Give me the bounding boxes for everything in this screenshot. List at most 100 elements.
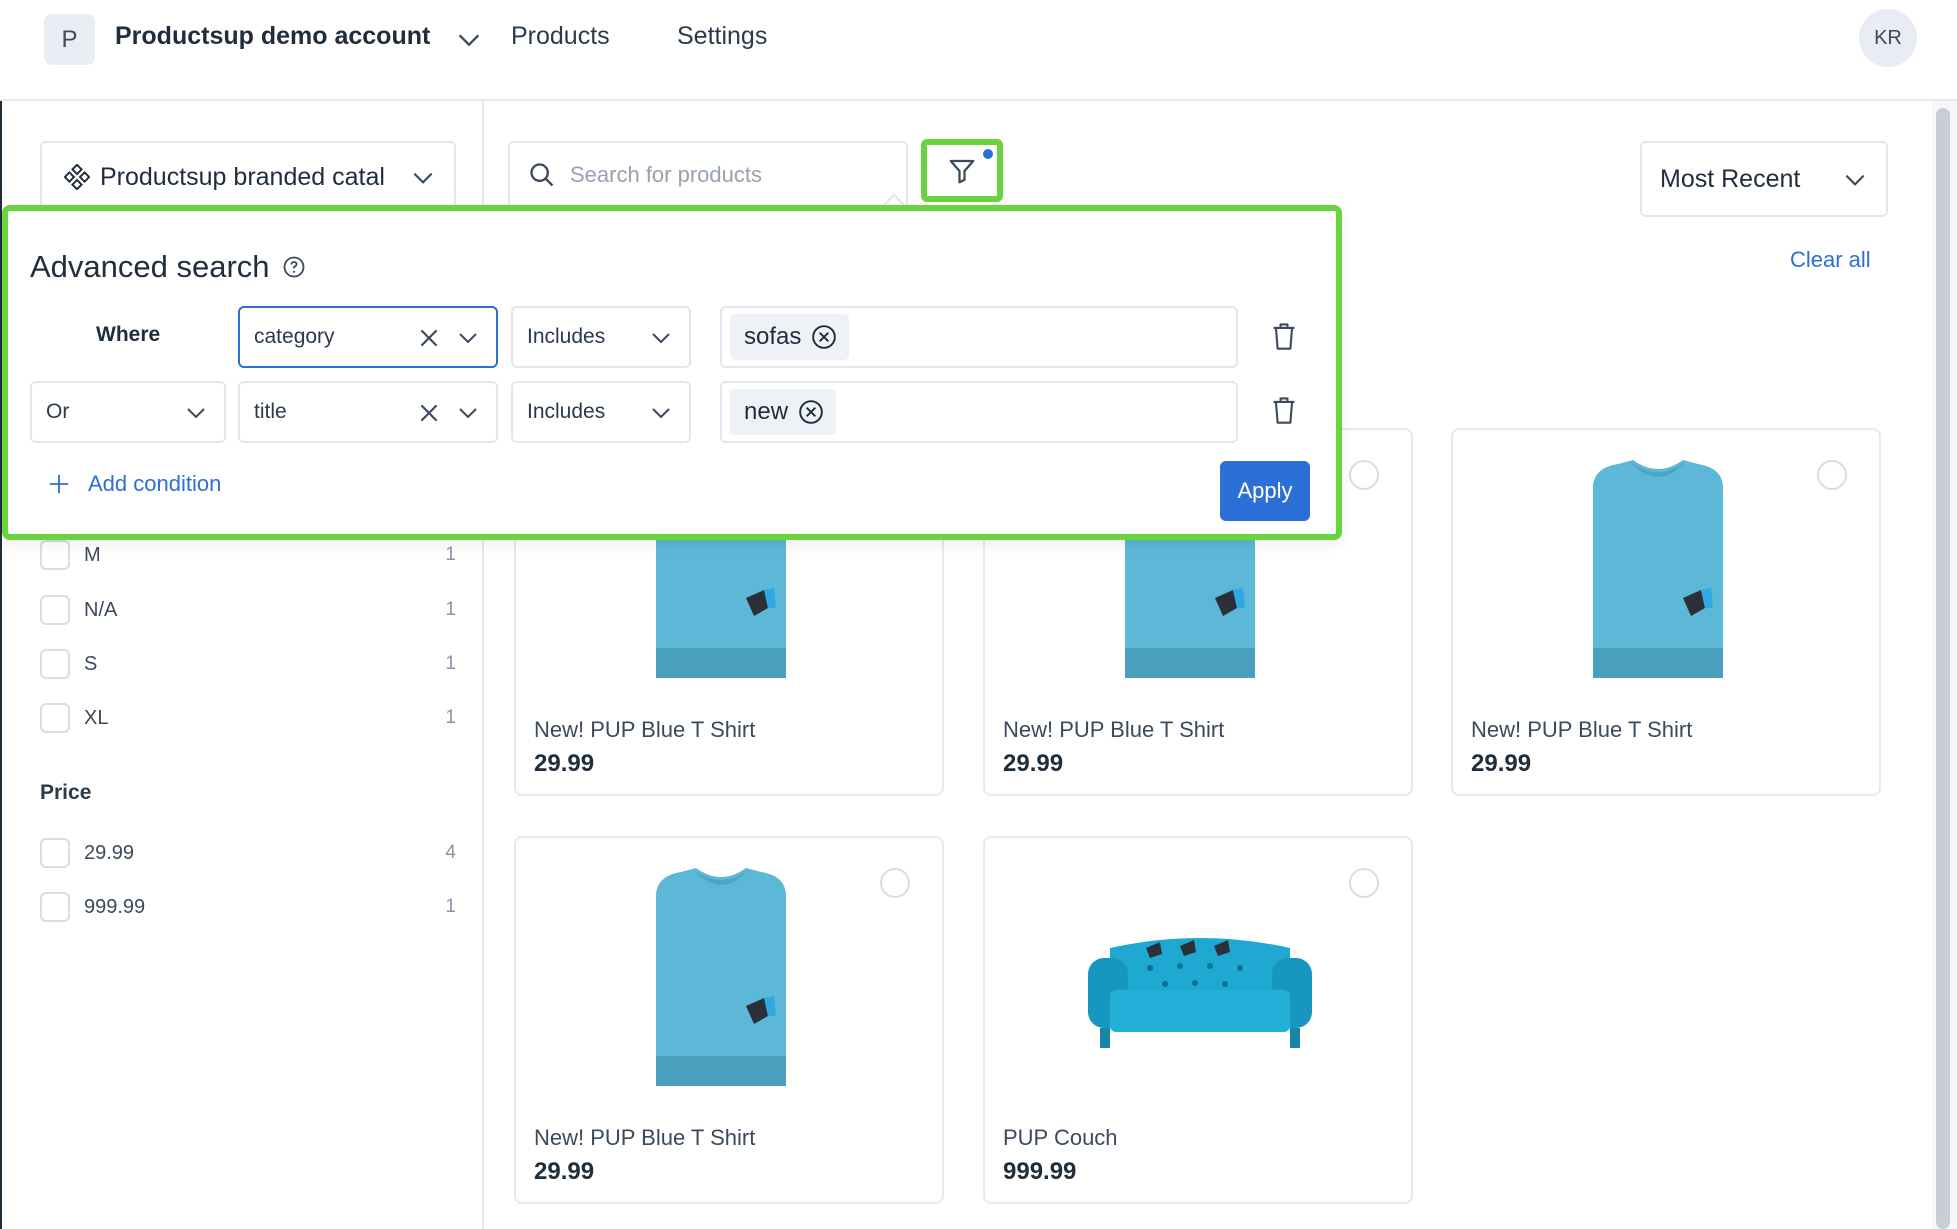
facet-label: 29.99 <box>84 841 135 864</box>
connector-value: Or <box>46 400 70 423</box>
select-radio[interactable] <box>1349 868 1379 898</box>
product-price: 999.99 <box>1003 1158 1077 1185</box>
facet-size-m[interactable]: M 1 <box>40 538 456 572</box>
facet-checkbox[interactable] <box>40 540 70 570</box>
select-radio[interactable] <box>1349 460 1379 490</box>
catalog-select[interactable]: Productsup branded catal <box>40 141 456 213</box>
tshirt-image <box>656 868 786 1086</box>
user-avatar[interactable]: KR <box>1859 9 1917 67</box>
remove-chip-icon[interactable] <box>798 399 824 425</box>
field-select[interactable]: category <box>238 306 498 368</box>
chevron-down-icon[interactable] <box>455 26 483 54</box>
add-condition-label: Add condition <box>88 471 222 496</box>
facet-label: S <box>84 652 98 675</box>
chevron-down-icon <box>459 333 477 344</box>
values-input[interactable]: new <box>720 381 1238 443</box>
product-card[interactable]: PUP Couch 999.99 <box>983 836 1413 1204</box>
facet-count: 1 <box>445 653 456 674</box>
price-facet-title: Price <box>40 781 92 804</box>
clear-all-link[interactable]: Clear all <box>1790 247 1871 273</box>
product-title: New! PUP Blue T Shirt <box>534 717 756 742</box>
product-title: New! PUP Blue T Shirt <box>1003 717 1225 742</box>
field-value: title <box>254 400 287 423</box>
clear-icon[interactable] <box>416 325 442 351</box>
account-name[interactable]: Productsup demo account <box>115 22 430 51</box>
filter-icon <box>949 159 975 183</box>
chevron-down-icon <box>652 408 670 419</box>
value-chip: sofas <box>730 314 850 360</box>
facet-label: N/A <box>84 598 118 621</box>
facet-count: 4 <box>445 842 456 863</box>
active-filter-dot <box>983 149 993 159</box>
facet-price-29-99[interactable]: 29.99 4 <box>40 836 456 870</box>
search-input[interactable] <box>570 162 870 188</box>
search-box[interactable] <box>508 141 908 209</box>
facet-size-xl[interactable]: XL 1 <box>40 701 456 735</box>
tshirt-image <box>1593 460 1723 678</box>
chip-label: sofas <box>744 323 802 350</box>
couch-image <box>1088 938 1312 1048</box>
product-price: 29.99 <box>534 1158 595 1185</box>
facet-checkbox[interactable] <box>40 649 70 679</box>
facet-count: 1 <box>445 707 456 728</box>
add-condition-button[interactable]: Add condition <box>48 471 221 497</box>
trash-icon[interactable] <box>1270 321 1298 351</box>
facet-checkbox[interactable] <box>40 892 70 922</box>
facet-count: 1 <box>445 896 456 917</box>
where-label: Where <box>96 323 161 346</box>
facet-checkbox[interactable] <box>40 703 70 733</box>
connector-select[interactable]: Or <box>30 381 226 443</box>
facet-label: XL <box>84 706 109 729</box>
product-price: 29.99 <box>534 750 595 777</box>
top-bar: P Productsup demo account Products Setti… <box>0 0 1957 101</box>
catalog-name: Productsup branded catal <box>100 162 385 191</box>
values-input[interactable]: sofas <box>720 306 1238 368</box>
help-icon[interactable] <box>282 255 306 279</box>
facet-size-na[interactable]: N/A 1 <box>40 593 456 627</box>
nav-settings[interactable]: Settings <box>677 22 767 51</box>
popover-caret-icon <box>884 193 904 205</box>
trash-icon[interactable] <box>1270 395 1298 425</box>
product-card[interactable]: New! PUP Blue T Shirt 29.99 <box>1451 428 1881 796</box>
search-icon <box>530 163 554 187</box>
operator-select[interactable]: Includes <box>511 381 691 443</box>
facet-count: 1 <box>445 599 456 620</box>
chevron-down-icon <box>413 172 433 184</box>
operator-value: Includes <box>527 325 606 348</box>
select-radio[interactable] <box>880 868 910 898</box>
sort-select[interactable]: Most Recent <box>1640 141 1888 217</box>
advanced-search-title: Advanced search <box>30 249 306 285</box>
facet-checkbox[interactable] <box>40 595 70 625</box>
advanced-search-title-text: Advanced search <box>30 249 270 284</box>
account-avatar[interactable]: P <box>44 14 95 65</box>
facet-checkbox[interactable] <box>40 838 70 868</box>
advanced-search-panel: Advanced search Where category Includes … <box>2 205 1342 540</box>
sort-value: Most Recent <box>1660 164 1801 193</box>
select-radio[interactable] <box>1817 460 1847 490</box>
product-price: 29.99 <box>1471 750 1532 777</box>
clear-icon[interactable] <box>416 400 442 426</box>
product-title: PUP Couch <box>1003 1125 1118 1150</box>
apply-button[interactable]: Apply <box>1220 461 1310 521</box>
operator-select[interactable]: Includes <box>511 306 691 368</box>
product-price: 29.99 <box>1003 750 1064 777</box>
chevron-down-icon <box>187 408 205 419</box>
plus-icon <box>49 474 69 494</box>
product-title: New! PUP Blue T Shirt <box>1471 717 1693 742</box>
field-select[interactable]: title <box>238 381 498 443</box>
facet-price-999-99[interactable]: 999.99 1 <box>40 890 456 924</box>
value-chip: new <box>730 389 837 435</box>
nav-products[interactable]: Products <box>511 22 610 51</box>
remove-chip-icon[interactable] <box>811 324 837 350</box>
chevron-down-icon <box>652 333 670 344</box>
chip-label: new <box>744 398 789 425</box>
facet-size-s[interactable]: S 1 <box>40 647 456 681</box>
product-title: New! PUP Blue T Shirt <box>534 1125 756 1150</box>
facet-count: 1 <box>445 544 456 565</box>
catalog-icon <box>64 164 90 190</box>
product-card[interactable]: New! PUP Blue T Shirt 29.99 <box>514 836 944 1204</box>
facet-label: 999.99 <box>84 895 146 918</box>
scrollbar-thumb[interactable] <box>1936 108 1950 1229</box>
operator-value: Includes <box>527 400 606 423</box>
filter-button[interactable] <box>921 139 1003 202</box>
